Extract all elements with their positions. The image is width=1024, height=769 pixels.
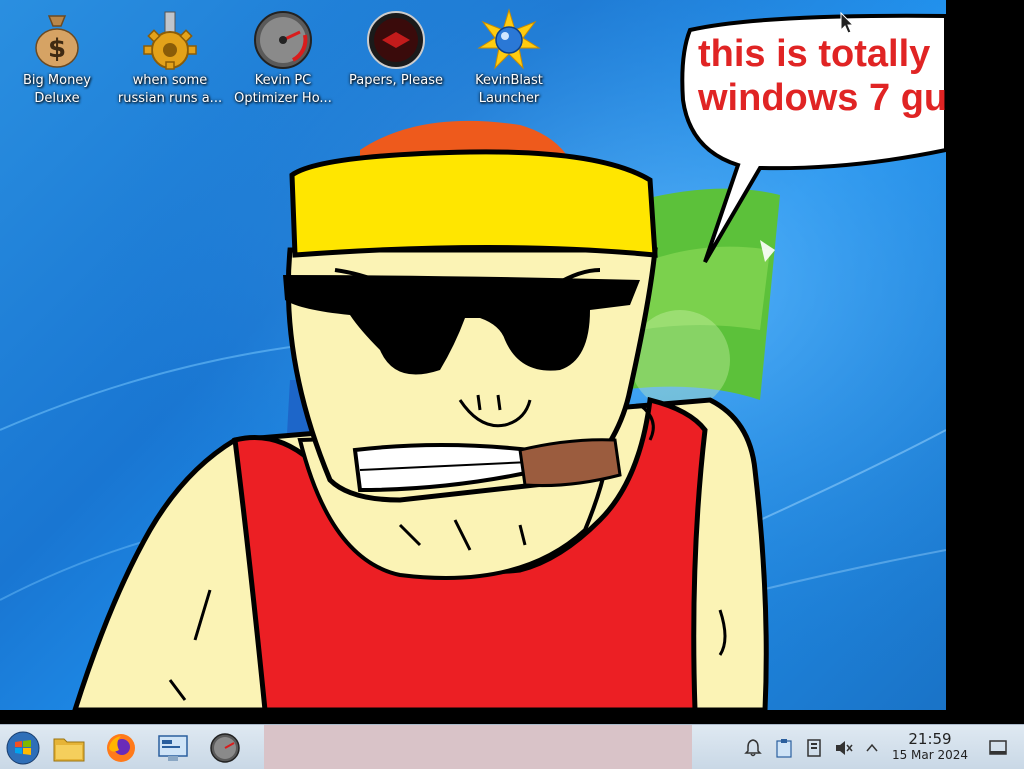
device-tray-button[interactable] — [803, 737, 825, 759]
optimizer-taskbar-button[interactable] — [202, 728, 248, 768]
clock-time: 21:59 — [908, 730, 952, 748]
show-desktop-button[interactable] — [987, 737, 1009, 759]
firefox-button[interactable] — [98, 728, 144, 768]
clock-date: 15 Mar 2024 — [891, 748, 969, 762]
clipboard-icon — [776, 739, 792, 758]
mouse-cursor — [840, 12, 854, 34]
black-strip — [0, 710, 946, 724]
volume-muted-icon — [836, 741, 853, 755]
speedometer-icon — [210, 733, 240, 763]
chevron-up-icon — [866, 743, 878, 752]
firefox-icon — [107, 734, 135, 762]
show-hidden-icons-button[interactable] — [861, 737, 883, 759]
speech-bubble-line1: this is totally — [698, 33, 931, 75]
folder-icon — [53, 738, 85, 762]
volume-tray-button[interactable] — [833, 737, 855, 759]
active-window-area[interactable] — [264, 725, 692, 769]
windows-orb-icon — [6, 731, 40, 765]
taskbar: 21:59 15 Mar 2024 — [0, 724, 1024, 769]
clipboard-tray-button[interactable] — [773, 737, 795, 759]
clock[interactable]: 21:59 15 Mar 2024 — [885, 731, 975, 763]
speech-bubble-line2: windows 7 gu — [698, 77, 946, 119]
control-panel-icon — [158, 735, 188, 761]
system-settings-button[interactable] — [150, 728, 196, 768]
start-button[interactable] — [0, 728, 46, 768]
bell-icon — [744, 739, 762, 757]
desktop[interactable]: $ Big Money Deluxe when some russian run… — [0, 0, 946, 710]
speech-bubble-text: this is totally windows 7 gu — [698, 32, 946, 120]
notifications-tray-button[interactable] — [742, 737, 764, 759]
show-desktop-icon — [989, 740, 1007, 755]
black-margin — [946, 0, 1024, 724]
storage-icon — [807, 739, 821, 757]
file-manager-button[interactable] — [46, 728, 92, 768]
